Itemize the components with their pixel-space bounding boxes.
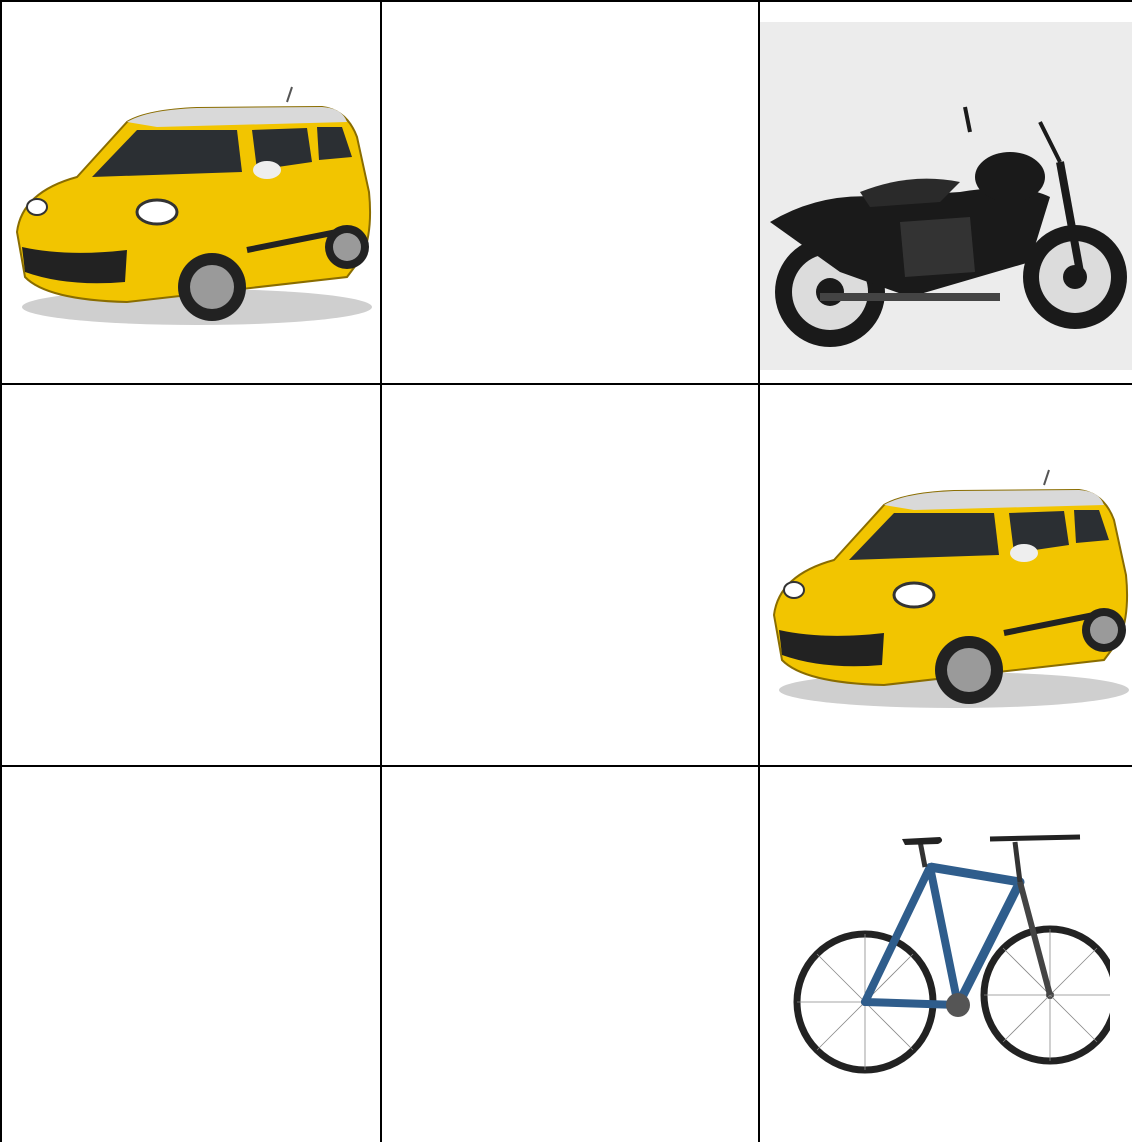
image-grid <box>0 0 1132 1142</box>
car-image <box>7 82 375 332</box>
motorcycle-image <box>760 22 1132 370</box>
cell-r2-c3[interactable] <box>760 385 1132 765</box>
cell-r2-c2[interactable] <box>382 385 758 765</box>
cell-r2-c1[interactable] <box>2 385 380 765</box>
bicycle-image <box>790 827 1110 1077</box>
cell-r3-c2[interactable] <box>382 767 758 1142</box>
car-image <box>764 465 1132 715</box>
cell-r3-c1[interactable] <box>2 767 380 1142</box>
cell-r1-c1[interactable] <box>2 2 380 383</box>
cell-r1-c2[interactable] <box>382 2 758 383</box>
cell-r1-c3[interactable] <box>760 2 1132 383</box>
cell-r3-c3[interactable] <box>760 767 1132 1142</box>
